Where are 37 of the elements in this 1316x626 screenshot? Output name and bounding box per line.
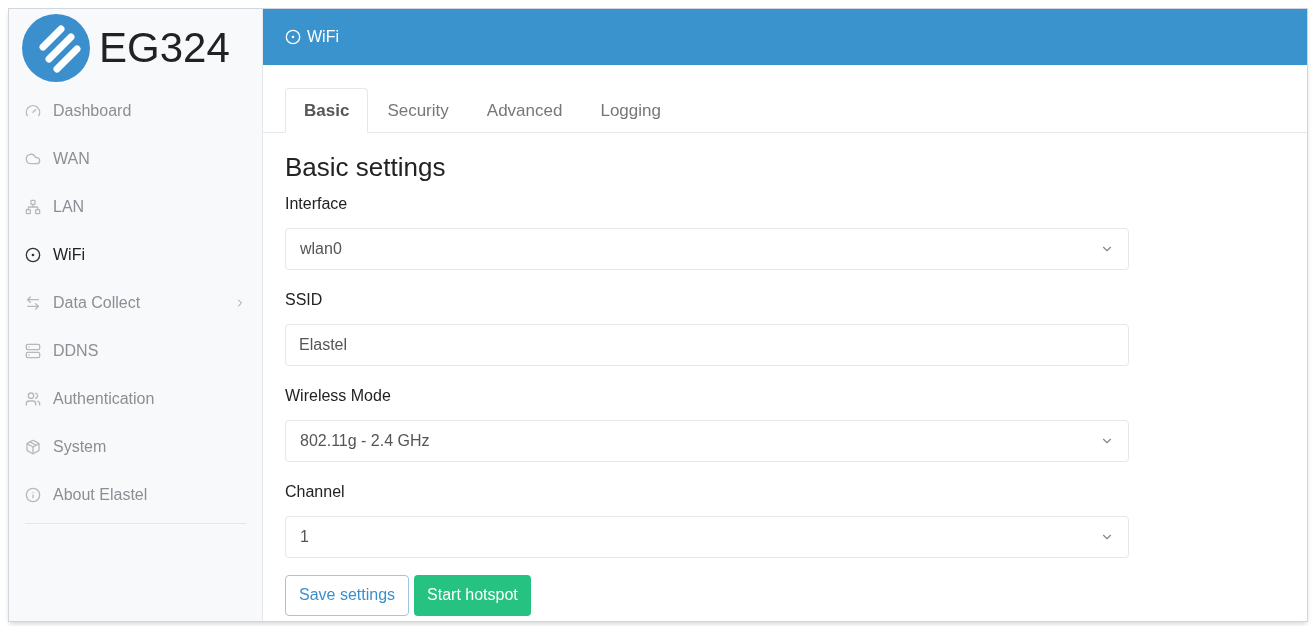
header-title: WiFi: [307, 27, 339, 47]
sidebar-item[interactable]: About Elastel: [25, 471, 246, 519]
cloud-icon: [25, 151, 41, 167]
radio-icon: [25, 247, 41, 263]
sidebar-item[interactable]: WiFi: [25, 231, 246, 279]
info-icon: [25, 487, 41, 503]
users-icon: [25, 391, 41, 407]
gauge-icon: [25, 103, 41, 119]
tab[interactable]: Logging: [581, 88, 680, 133]
logo-text: EG324: [99, 27, 230, 69]
field-label: Wireless Mode: [285, 385, 392, 406]
select-field[interactable]: 1: [285, 515, 1129, 558]
tab[interactable]: Security: [368, 88, 468, 133]
network-icon: [25, 199, 41, 215]
select-field[interactable]: 802.11g - 2.4 GHz: [285, 419, 1129, 462]
input-field[interactable]: Elastel: [285, 323, 1129, 366]
box-icon: [25, 439, 41, 455]
sidebar-item[interactable]: Dashboard: [25, 87, 246, 135]
server-icon: [25, 343, 41, 359]
save-button[interactable]: Save settings: [285, 574, 410, 616]
sidebar-item[interactable]: Data Collect: [25, 279, 246, 327]
sidebar-item[interactable]: System: [25, 423, 246, 471]
sidebar-item[interactable]: DDNS: [25, 327, 246, 375]
logo-icon: [21, 13, 91, 83]
tab[interactable]: Advanced: [467, 88, 582, 133]
field-label: Interface: [285, 193, 349, 214]
select-field[interactable]: wlan0: [285, 227, 1129, 270]
sidebar-item[interactable]: WAN: [25, 135, 246, 183]
sidebar-item[interactable]: Authentication: [25, 375, 246, 423]
tab[interactable]: Basic: [285, 88, 369, 133]
field-label: Channel: [285, 481, 346, 502]
section-heading: Basic settings: [285, 151, 447, 184]
start-hotspot-button[interactable]: Start hotspot: [414, 574, 531, 616]
sidebar-item[interactable]: LAN: [25, 183, 246, 231]
arrows-icon: [25, 295, 41, 311]
field-label: SSID: [285, 289, 324, 310]
radio-icon: [285, 29, 301, 45]
